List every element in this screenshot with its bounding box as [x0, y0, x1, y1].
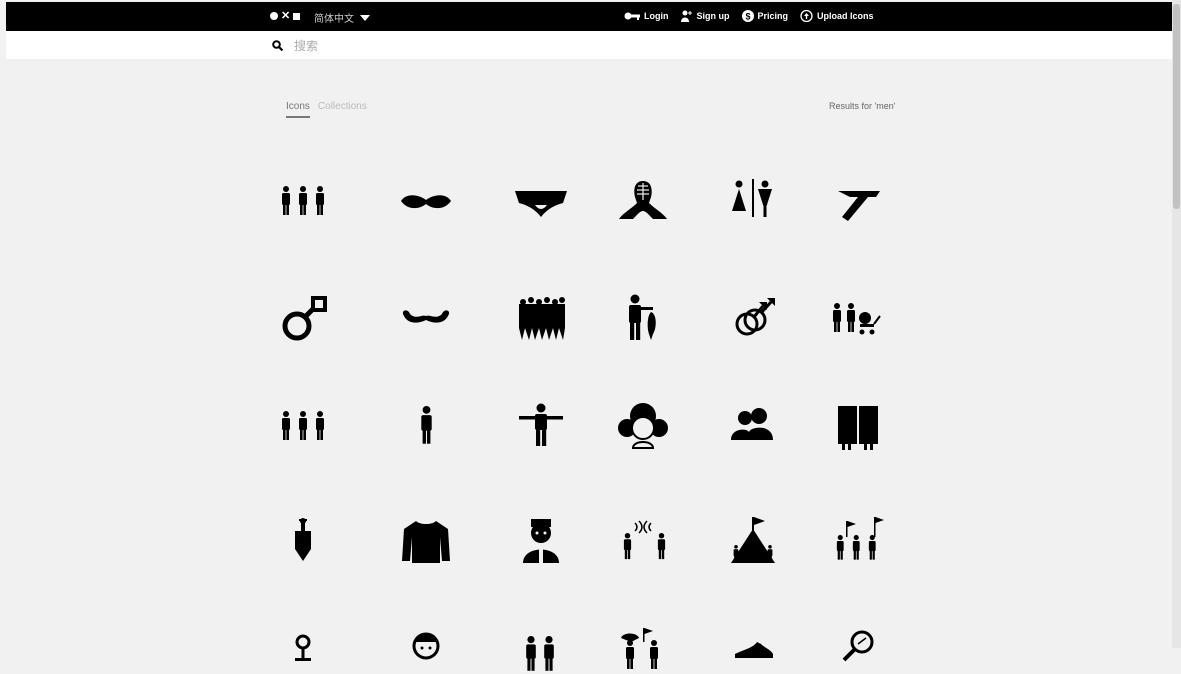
kendo-armor-icon[interactable]: [613, 171, 673, 231]
men-behind-curtain-icon[interactable]: [828, 396, 888, 456]
shoe-icon[interactable]: [723, 614, 783, 674]
scrollbar[interactable]: [1172, 0, 1181, 648]
three-men-icon[interactable]: [273, 396, 333, 456]
curly-mustache-icon[interactable]: [396, 288, 456, 348]
double-male-symbol-icon[interactable]: [723, 288, 783, 348]
two-heads-icon[interactable]: [723, 396, 783, 456]
male-symbol-icon[interactable]: [273, 288, 333, 348]
sweater-icon[interactable]: [396, 511, 456, 571]
protesters-with-flags-icon[interactable]: [828, 511, 888, 571]
climbers-with-flag-icon[interactable]: [723, 511, 783, 571]
magnifier-icon[interactable]: [828, 614, 888, 674]
man-with-flag-icon[interactable]: [613, 614, 673, 674]
scrollbar-thumb[interactable]: [1173, 4, 1180, 209]
standing-man-icon[interactable]: [396, 396, 456, 456]
mustache-icon[interactable]: [396, 171, 456, 231]
two-men-with-stroller-icon[interactable]: [828, 288, 888, 348]
urinal-icon[interactable]: [273, 511, 333, 571]
face-icon[interactable]: [396, 614, 456, 674]
underwear-icon[interactable]: [511, 171, 571, 231]
three-faces-icon[interactable]: [613, 396, 673, 456]
restroom-sign-icon[interactable]: [723, 171, 783, 231]
person-pin-icon[interactable]: [273, 614, 333, 674]
man-arms-out-icon[interactable]: [511, 396, 571, 456]
icon-grid: [0, 0, 1181, 671]
guard-man-icon[interactable]: [511, 511, 571, 571]
crowd-icon[interactable]: [511, 288, 571, 348]
razor-icon[interactable]: [828, 171, 888, 231]
man-with-fish-icon[interactable]: [613, 288, 673, 348]
men-with-signal-icon[interactable]: [613, 511, 673, 571]
two-men-icon[interactable]: [511, 614, 571, 674]
three-men-icon[interactable]: [273, 171, 333, 231]
